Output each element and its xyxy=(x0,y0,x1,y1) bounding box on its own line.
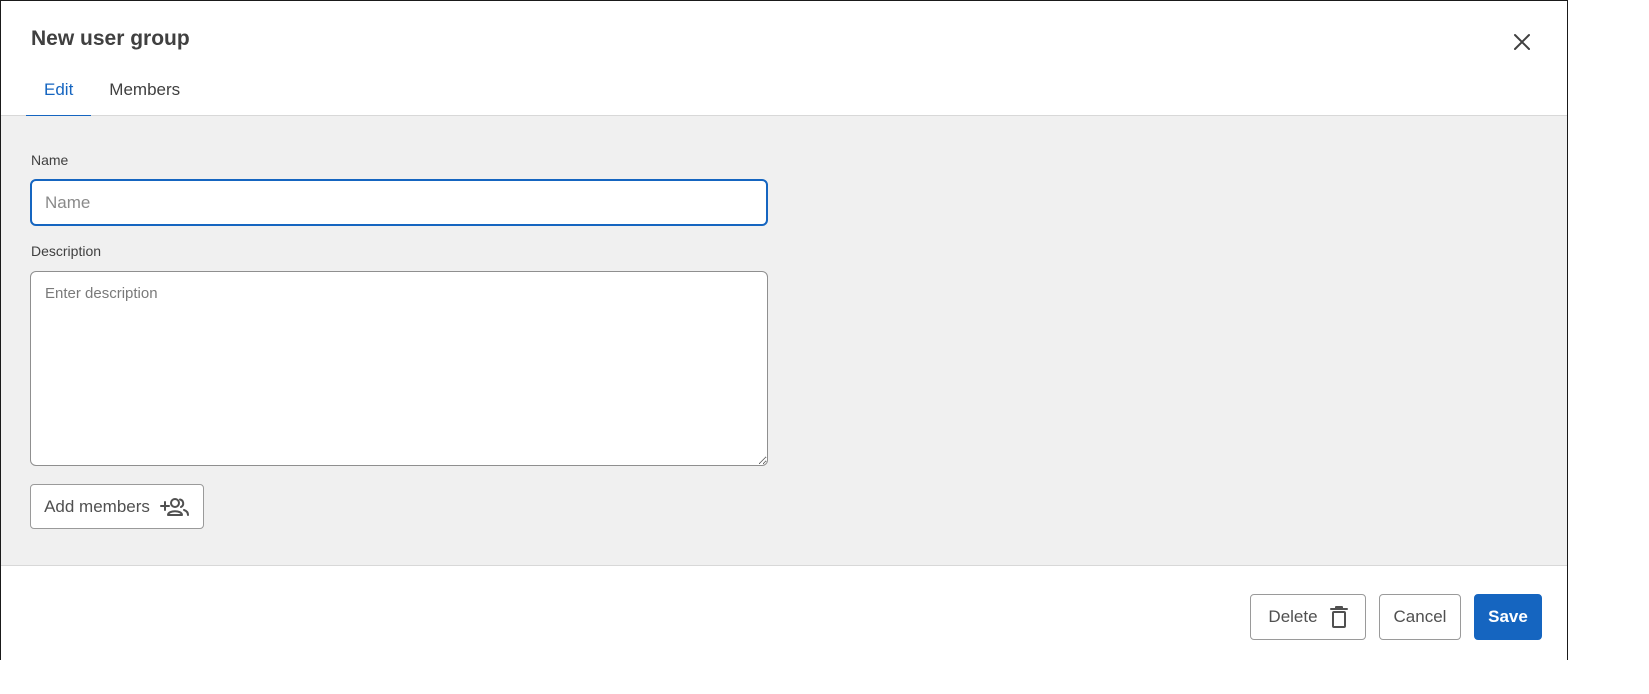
delete-label: Delete xyxy=(1268,607,1318,626)
delete-button[interactable]: Delete xyxy=(1250,594,1366,640)
trash-icon xyxy=(1329,606,1348,628)
description-label: Description xyxy=(31,243,102,259)
save-button[interactable]: Save xyxy=(1474,594,1542,640)
name-input[interactable] xyxy=(30,179,768,226)
tab-members[interactable]: Members xyxy=(91,63,198,116)
dialog-header: New user group Edit Members xyxy=(1,1,1567,117)
dialog-title: New user group xyxy=(31,27,190,50)
tab-edit[interactable]: Edit xyxy=(26,63,92,117)
new-user-group-dialog: New user group Edit Members Name Descrip… xyxy=(0,0,1568,661)
edit-form: Name Description Add members xyxy=(1,116,1567,566)
add-members-button[interactable]: Add members xyxy=(30,484,204,529)
tab-bar: Edit Members xyxy=(26,63,198,117)
add-group-icon xyxy=(159,496,190,518)
cancel-button[interactable]: Cancel xyxy=(1379,594,1461,640)
close-button[interactable] xyxy=(1507,27,1537,57)
add-members-label: Add members xyxy=(44,496,150,516)
dialog-footer: Delete Cancel Save xyxy=(1,567,1567,661)
close-icon xyxy=(1513,33,1531,51)
name-label: Name xyxy=(31,152,69,168)
description-textarea[interactable] xyxy=(30,271,768,466)
